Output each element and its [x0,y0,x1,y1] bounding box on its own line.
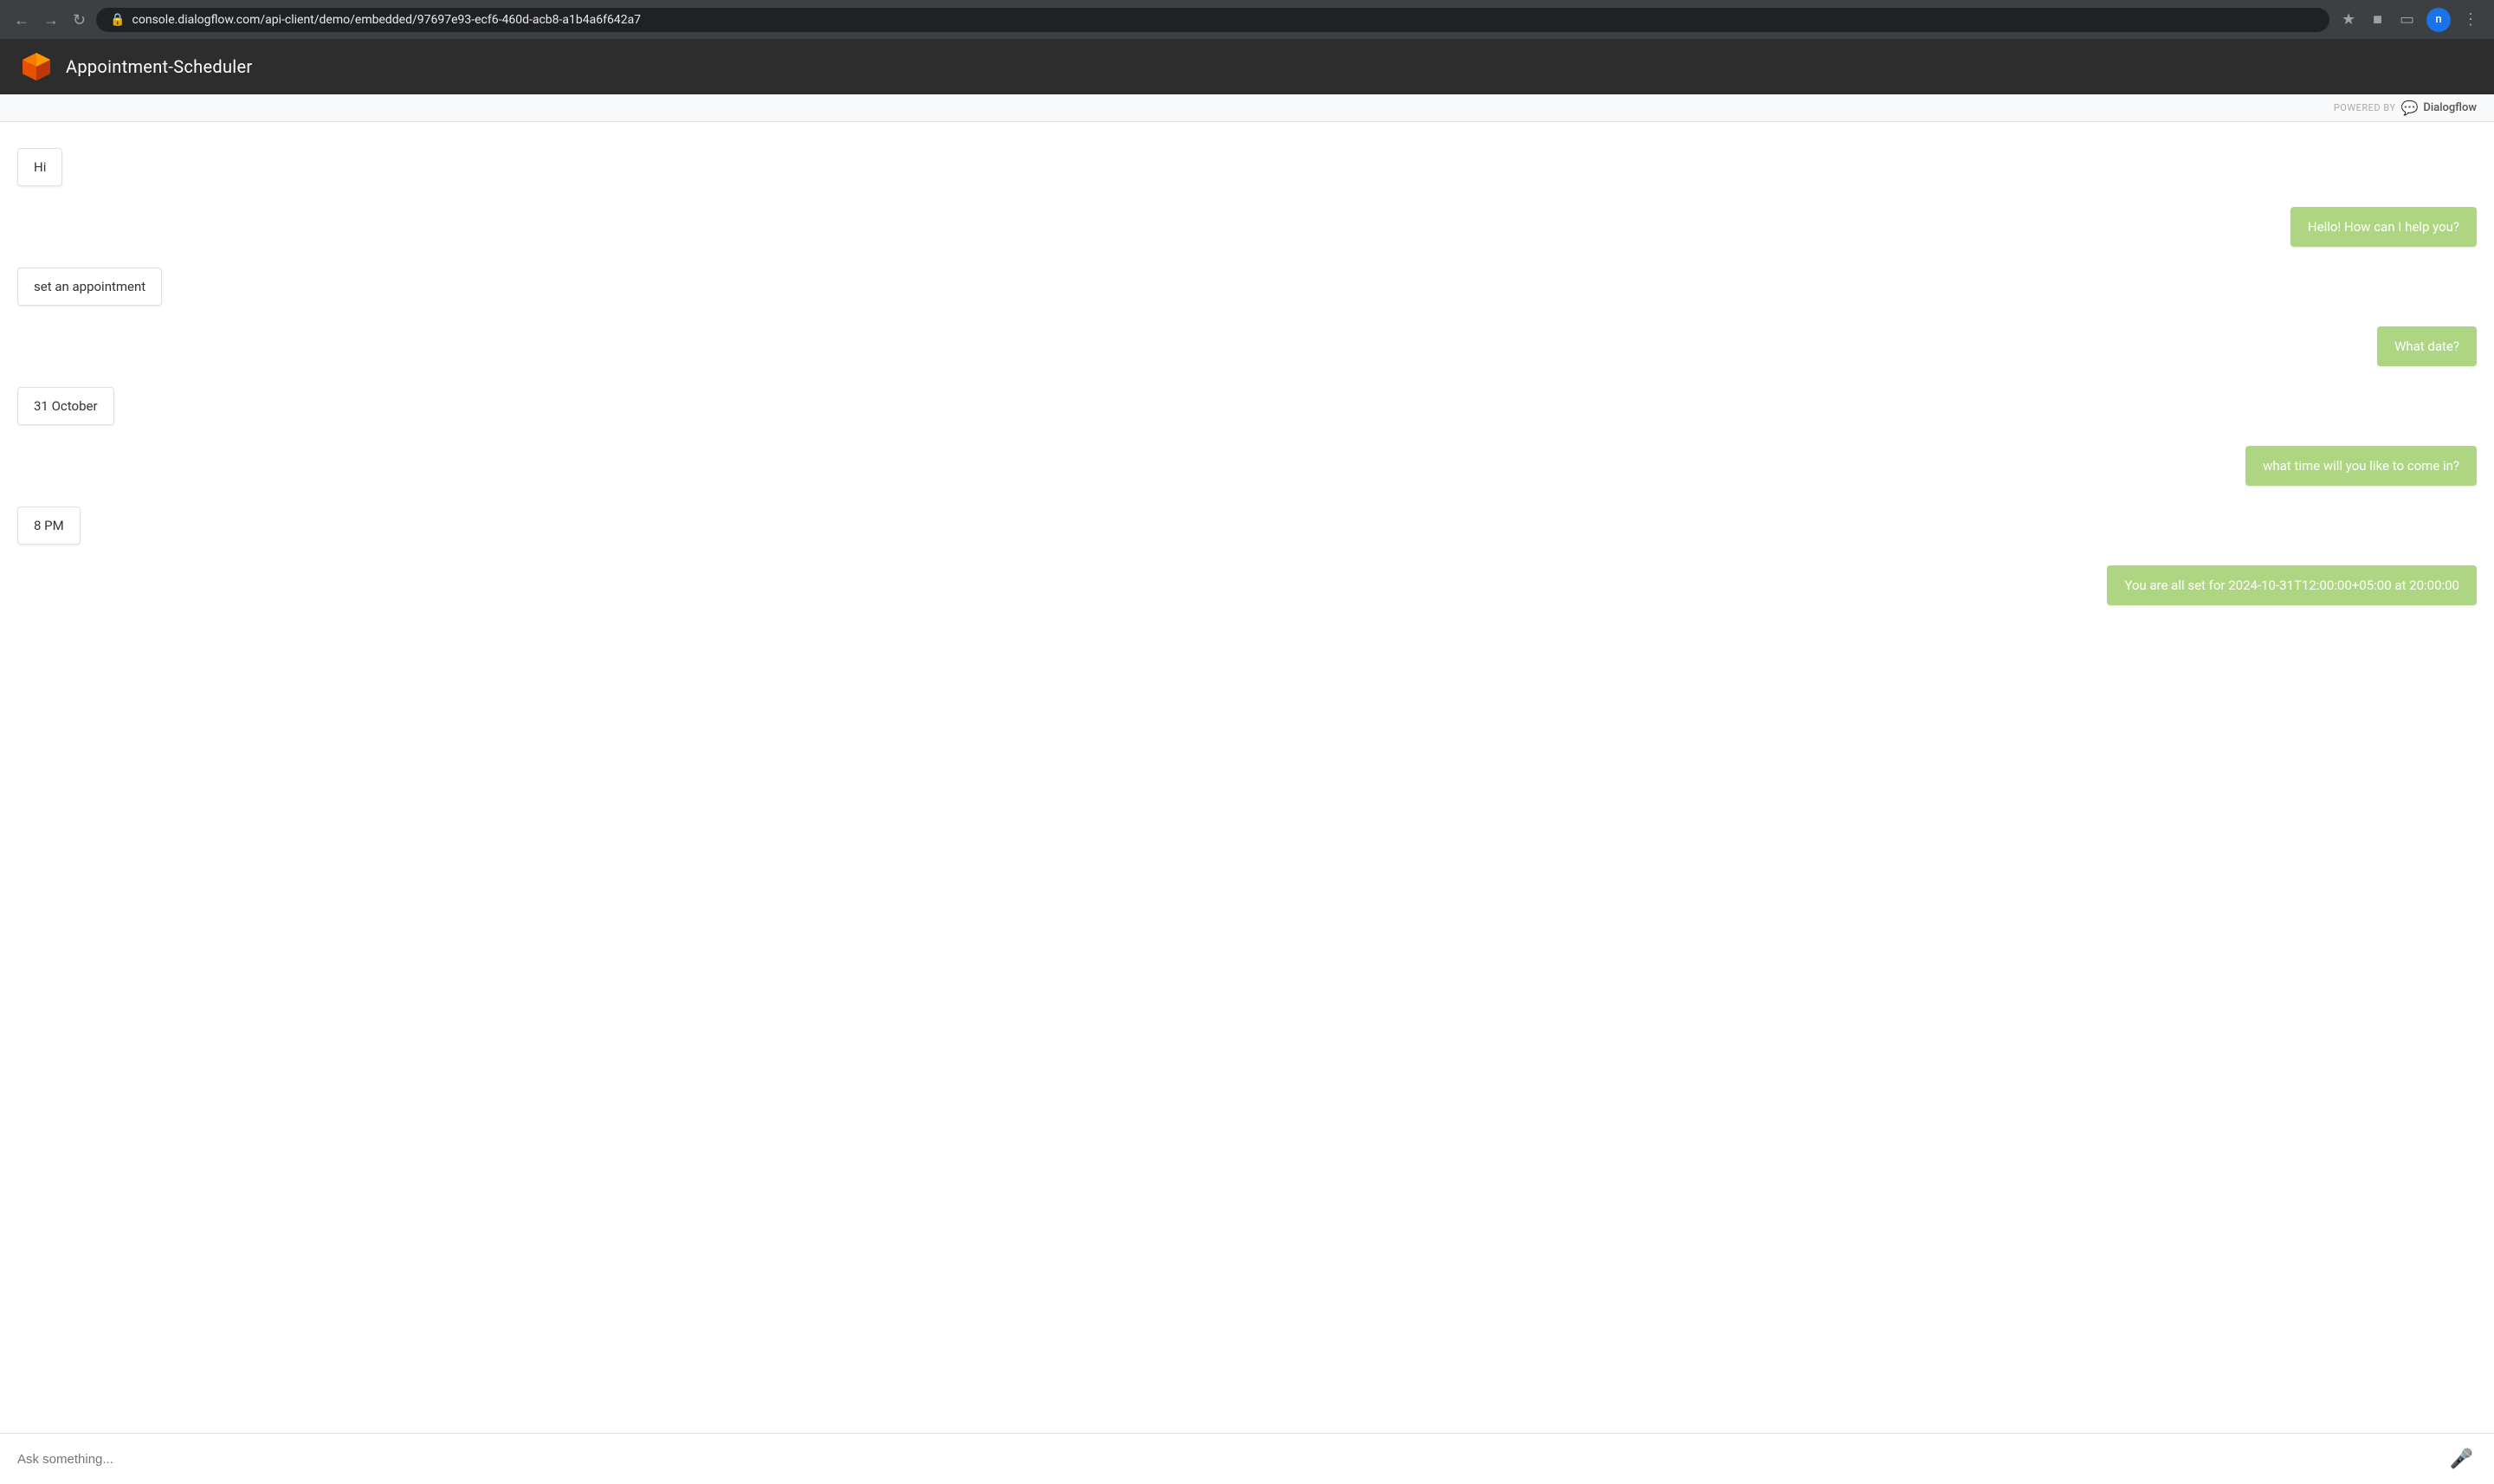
user-bubble: 31 October [17,387,114,425]
forward-button[interactable]: → [40,9,62,31]
star-button[interactable]: ★ [2336,7,2361,32]
mic-button[interactable]: 🎤 [2446,1444,2477,1474]
refresh-button[interactable]: ↻ [69,9,89,31]
message-row: 8 PM [17,506,2477,545]
cast-button[interactable]: ▭ [2394,7,2420,32]
url-text: console.dialogflow.com/api-client/demo/e… [132,13,2316,27]
user-bubble: 8 PM [17,506,81,545]
bot-bubble: what time will you like to come in? [2245,446,2477,486]
address-bar[interactable]: 🔒 console.dialogflow.com/api-client/demo… [96,8,2329,32]
profile-avatar[interactable]: n [2426,8,2451,32]
powered-by-bar: POWERED BY 💬 Dialogflow [0,94,2494,122]
extensions-button[interactable]: ■ [2368,7,2387,32]
input-area: 🎤 [0,1433,2494,1484]
app-header: Appointment-Scheduler [0,39,2494,94]
user-bubble: Hi [17,148,62,186]
back-button[interactable]: ← [10,9,33,31]
lock-icon: 🔒 [110,13,125,27]
message-row: Hello! How can I help you? [17,207,2477,247]
bot-bubble: Hello! How can I help you? [2290,207,2477,247]
powered-by-label: POWERED BY [2334,102,2396,113]
message-row: set an appointment [17,268,2477,306]
bot-bubble: What date? [2377,326,2477,366]
dialogflow-brand: Dialogflow [2423,101,2477,114]
message-row: You are all set for 2024-10-31T12:00:00+… [17,565,2477,605]
user-bubble: set an appointment [17,268,162,306]
app-title: Appointment-Scheduler [66,56,252,77]
bot-bubble: You are all set for 2024-10-31T12:00:00+… [2107,565,2477,605]
message-row: What date? [17,326,2477,366]
browser-chrome: ← → ↻ 🔒 console.dialogflow.com/api-clien… [0,0,2494,39]
message-row: 31 October [17,387,2477,425]
dialogflow-icon: 💬 [2400,100,2418,116]
chat-area: Hi Hello! How can I help you? set an appoi… [0,122,2494,1433]
message-row: Hi [17,148,2477,186]
more-menu-button[interactable]: ⋮ [2458,7,2484,32]
chat-input[interactable] [17,1452,2446,1467]
app-logo-icon [21,51,52,82]
message-row: what time will you like to come in? [17,446,2477,486]
